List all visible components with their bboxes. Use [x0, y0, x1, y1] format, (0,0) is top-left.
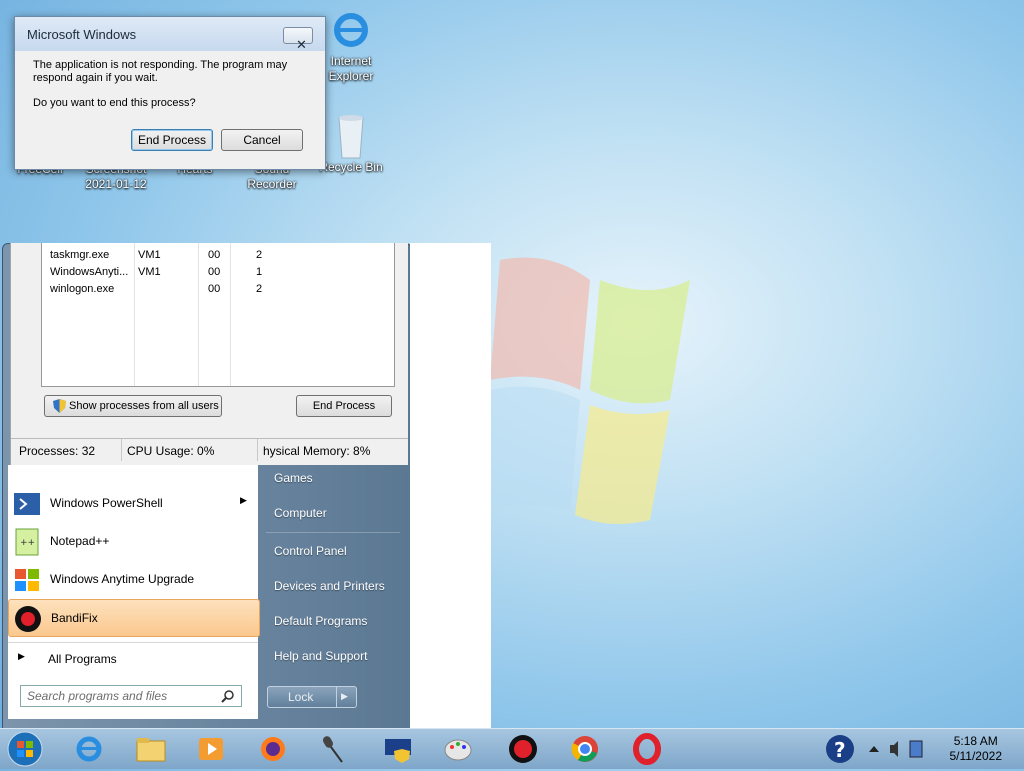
all-programs-label: All Programs — [48, 652, 117, 666]
dialog-message: The application is not responding. The p… — [33, 59, 288, 84]
powershell-icon — [12, 489, 42, 519]
media-player-icon — [199, 738, 223, 760]
uac-shield-icon — [53, 399, 66, 413]
start-search-input[interactable]: Search programs and files — [20, 685, 242, 707]
table-row[interactable]: WindowsAnyti... VM1 00 1 — [50, 266, 262, 278]
taskbar-chrome[interactable] — [568, 733, 602, 765]
recycle-bin-icon — [329, 110, 373, 159]
file-explorer-icon — [136, 738, 166, 762]
search-placeholder: Search programs and files — [27, 689, 168, 703]
process-mem: 2 — [256, 283, 263, 295]
windows-flag-icon — [12, 565, 42, 595]
cpu-usage: CPU Usage: 0% — [127, 444, 215, 458]
process-user: VM1 — [138, 249, 161, 261]
svg-text:++: ++ — [20, 538, 35, 548]
start-orb-button[interactable] — [6, 730, 44, 768]
process-mem: 1 — [256, 266, 263, 278]
dialog-titlebar[interactable]: Microsoft Windows ✕ — [15, 17, 325, 52]
start-item-windows-powershell[interactable]: Windows PowerShell ▶ — [8, 485, 258, 521]
windows-security-icon — [385, 739, 411, 763]
all-programs-arrow-icon: ▶ — [18, 651, 25, 661]
help-icon: ? — [826, 735, 854, 763]
process-mem: 2 — [256, 249, 263, 261]
start-item-notepad-plus-plus[interactable]: ++ Notepad++ — [8, 523, 258, 559]
tm-end-process-button[interactable]: End Process — [296, 395, 392, 417]
start-item-bandifix[interactable]: BandiFix — [8, 599, 260, 637]
close-button[interactable]: ✕ — [283, 27, 313, 52]
microphone-icon — [323, 736, 343, 763]
all-programs-button[interactable]: ▶ All Programs — [8, 643, 258, 673]
start-right-default-programs[interactable]: Default Programs — [274, 614, 367, 628]
start-right-devices-printers[interactable]: Devices and Printers — [274, 579, 385, 593]
taskbar-clock[interactable]: 5:18 AM 5/11/2022 — [950, 734, 1003, 764]
firefox-icon — [261, 737, 285, 761]
chrome-icon — [571, 736, 598, 762]
not-responding-dialog: Microsoft Windows ✕ The application is n… — [14, 16, 326, 170]
process-cpu: 00 — [208, 266, 221, 278]
internet-explorer-icon — [329, 8, 373, 52]
start-item-windows-anytime-upgrade[interactable]: Windows Anytime Upgrade — [8, 561, 258, 597]
process-name: winlogon.exe — [50, 283, 115, 295]
windows-logo-wallpaper — [480, 257, 690, 524]
clock-date: 5/11/2022 — [949, 749, 1003, 763]
search-icon — [221, 690, 234, 703]
taskbar-help[interactable]: ? — [824, 733, 858, 765]
lock-label: Lock — [288, 690, 314, 704]
notepad-plus-plus-icon: ++ — [12, 527, 42, 557]
process-list[interactable]: taskmgr.exe VM1 00 2 WindowsAnyti... VM1… — [41, 243, 395, 387]
paint-icon — [444, 739, 472, 761]
start-item-label: Windows Anytime Upgrade — [50, 572, 195, 586]
close-icon: ✕ — [296, 37, 307, 52]
cancel-button[interactable]: Cancel — [221, 129, 303, 151]
process-user: VM1 — [138, 266, 161, 278]
bandicam-icon — [509, 735, 537, 763]
start-right-computer[interactable]: Computer — [274, 506, 327, 520]
taskbar-paint[interactable] — [442, 733, 476, 765]
blank-region — [410, 243, 491, 728]
show-all-label: Show processes from all users — [69, 400, 219, 412]
start-orb-icon — [7, 731, 43, 767]
processes-count: Processes: 32 — [19, 444, 96, 458]
dialog-question: Do you want to end this process? — [33, 97, 196, 109]
start-right-control-panel[interactable]: Control Panel — [274, 544, 347, 558]
taskbar: ? 5:18 AM 5/11/2022 — [0, 728, 1024, 769]
physical-memory: hysical Memory: 8% — [263, 444, 371, 458]
taskbar-media-player[interactable] — [194, 733, 228, 765]
internet-explorer-icon — [76, 736, 102, 762]
process-cpu: 00 — [208, 283, 221, 295]
system-tray[interactable] — [866, 733, 926, 765]
bandifix-icon — [13, 604, 43, 634]
taskbar-opera[interactable] — [630, 733, 664, 765]
start-right-games[interactable]: Games — [274, 471, 313, 485]
process-name: taskmgr.exe — [50, 249, 110, 261]
dialog-title: Microsoft Windows — [27, 27, 137, 42]
process-cpu: 00 — [208, 249, 221, 261]
start-menu-programs-pane: Windows PowerShell ▶ ++ Notepad++ Window… — [8, 465, 260, 719]
taskbar-microphone[interactable] — [316, 733, 350, 765]
start-item-label: Windows PowerShell — [50, 496, 163, 510]
svg-text:?: ? — [834, 738, 846, 762]
taskbar-bandicam[interactable] — [506, 733, 540, 765]
process-name: WindowsAnyti... — [50, 266, 129, 278]
lock-options-arrow-icon[interactable]: ▶ — [341, 691, 348, 702]
taskbar-firefox[interactable] — [256, 733, 290, 765]
start-item-label: Notepad++ — [50, 534, 110, 548]
end-process-button[interactable]: End Process — [131, 129, 213, 151]
lock-button[interactable]: Lock ▶ — [267, 686, 357, 708]
taskbar-windows-security[interactable] — [382, 733, 416, 765]
taskbar-internet-explorer[interactable] — [72, 733, 106, 765]
task-manager-statusbar: Processes: 32 CPU Usage: 0% hysical Memo… — [11, 438, 408, 461]
opera-icon — [633, 733, 661, 765]
start-item-label: BandiFix — [51, 611, 98, 625]
table-row[interactable]: taskmgr.exe VM1 00 2 — [50, 249, 262, 261]
submenu-arrow-icon: ▶ — [240, 495, 247, 505]
task-manager-window: taskmgr.exe VM1 00 2 WindowsAnyti... VM1… — [10, 243, 408, 465]
divider — [266, 532, 400, 533]
show-all-processes-button[interactable]: Show processes from all users — [44, 395, 222, 417]
table-row[interactable]: winlogon.exe 00 2 — [50, 283, 262, 295]
taskbar-file-explorer[interactable] — [134, 733, 168, 765]
clock-time: 5:18 AM — [953, 734, 998, 748]
start-right-help-support[interactable]: Help and Support — [274, 649, 367, 663]
